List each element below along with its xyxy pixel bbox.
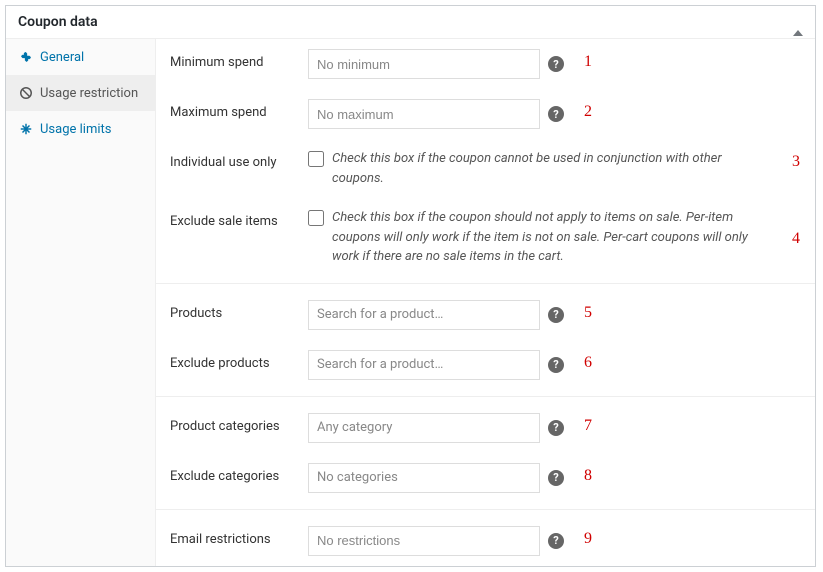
ticket-icon — [18, 49, 34, 65]
email-restrictions-input[interactable] — [308, 526, 540, 556]
exclude-categories-select[interactable]: No categories — [308, 463, 540, 493]
sidebar-item-general[interactable]: General — [6, 39, 155, 75]
label-individual-use: Individual use only — [170, 149, 308, 170]
help-icon[interactable]: ? — [548, 357, 564, 373]
minimum-spend-input[interactable] — [308, 49, 540, 79]
row-minimum-spend: Minimum spend ? 1 — [156, 39, 815, 89]
collapse-icon[interactable] — [793, 15, 803, 30]
label-products: Products — [170, 300, 308, 321]
limits-icon — [18, 121, 34, 137]
exclude-products-select[interactable]: Search for a product… — [308, 350, 540, 380]
annotation-number: 5 — [584, 304, 592, 322]
divider — [156, 396, 815, 397]
help-icon[interactable]: ? — [548, 420, 564, 436]
sidebar: General Usage restriction Usage limits — [6, 39, 156, 566]
exclude-sale-description: Check this box if the coupon should not … — [332, 208, 772, 267]
row-product-categories: Product categories Any category ? 7 — [156, 403, 815, 453]
panel-body: General Usage restriction Usage limits M… — [6, 39, 815, 566]
content-area: Minimum spend ? 1 Maximum spend ? 2 Indi… — [156, 39, 815, 566]
help-icon[interactable]: ? — [548, 470, 564, 486]
sidebar-item-label: Usage limits — [40, 122, 111, 137]
label-minimum-spend: Minimum spend — [170, 49, 308, 70]
label-exclude-products: Exclude products — [170, 350, 308, 371]
label-email-restrictions: Email restrictions — [170, 526, 308, 547]
help-icon[interactable]: ? — [548, 533, 564, 549]
label-exclude-sale: Exclude sale items — [170, 208, 308, 229]
row-email-restrictions: Email restrictions ? 9 — [156, 516, 815, 566]
annotation-number: 1 — [584, 53, 592, 71]
row-exclude-sale: Exclude sale items Check this box if the… — [156, 198, 815, 277]
sidebar-item-label: Usage restriction — [40, 86, 138, 101]
coupon-data-panel: Coupon data General Usage restriction — [5, 5, 816, 567]
help-icon[interactable]: ? — [548, 56, 564, 72]
row-maximum-spend: Maximum spend ? 2 — [156, 89, 815, 139]
individual-use-checkbox[interactable] — [308, 151, 324, 167]
help-icon[interactable]: ? — [548, 106, 564, 122]
row-exclude-products: Exclude products Search for a product… ?… — [156, 340, 815, 390]
maximum-spend-input[interactable] — [308, 99, 540, 129]
annotation-number: 8 — [584, 467, 592, 485]
ban-icon — [18, 85, 34, 101]
sidebar-item-usage-limits[interactable]: Usage limits — [6, 111, 155, 147]
panel-header[interactable]: Coupon data — [6, 6, 815, 39]
annotation-number: 6 — [584, 354, 592, 372]
label-product-categories: Product categories — [170, 413, 308, 434]
annotation-number: 9 — [584, 530, 592, 548]
divider — [156, 509, 815, 510]
exclude-sale-checkbox[interactable] — [308, 210, 324, 226]
divider — [156, 283, 815, 284]
annotation-number: 4 — [792, 230, 800, 248]
annotation-number: 7 — [584, 417, 592, 435]
help-icon[interactable]: ? — [548, 307, 564, 323]
sidebar-item-usage-restriction[interactable]: Usage restriction — [6, 75, 155, 111]
panel-title: Coupon data — [18, 14, 98, 30]
product-categories-select[interactable]: Any category — [308, 413, 540, 443]
annotation-number: 2 — [584, 103, 592, 121]
row-exclude-categories: Exclude categories No categories ? 8 — [156, 453, 815, 503]
row-products: Products Search for a product… ? 5 — [156, 290, 815, 340]
individual-use-description: Check this box if the coupon cannot be u… — [332, 149, 772, 188]
label-exclude-categories: Exclude categories — [170, 463, 308, 484]
sidebar-item-label: General — [40, 50, 84, 65]
annotation-number: 3 — [792, 153, 800, 171]
products-select[interactable]: Search for a product… — [308, 300, 540, 330]
row-individual-use: Individual use only Check this box if th… — [156, 139, 815, 198]
label-maximum-spend: Maximum spend — [170, 99, 308, 120]
